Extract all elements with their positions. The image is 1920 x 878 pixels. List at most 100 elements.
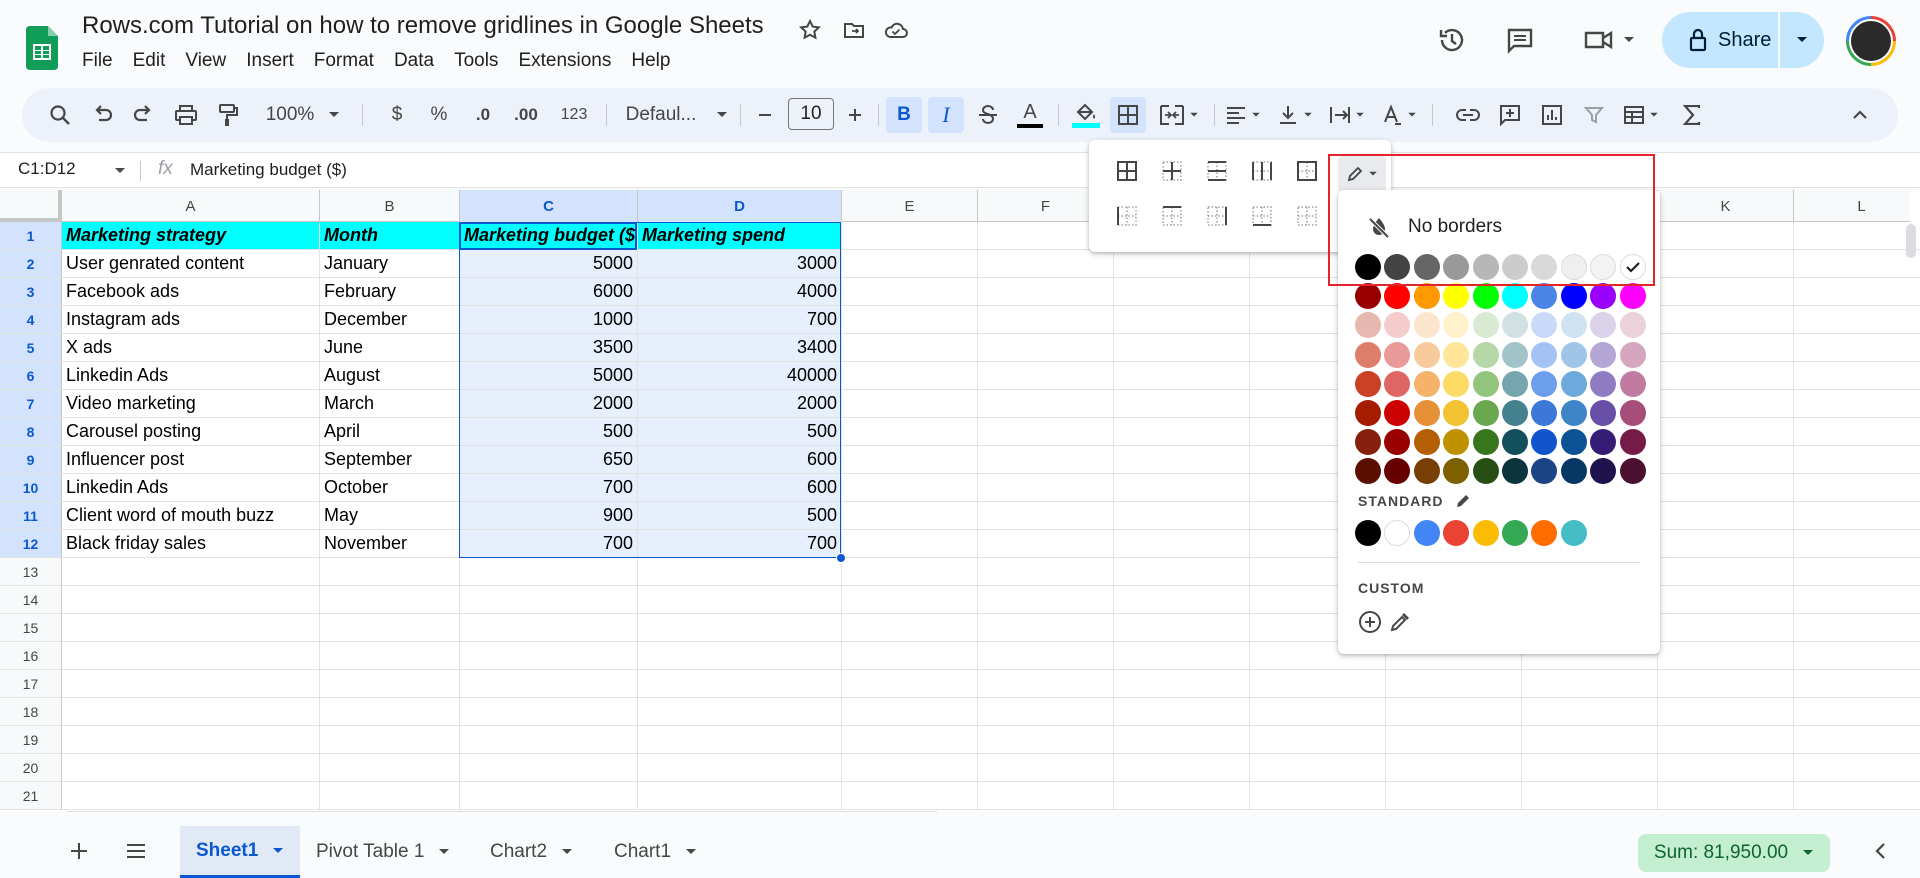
cell-j19[interactable] [1522, 726, 1658, 754]
menu-help[interactable]: Help [621, 48, 680, 74]
cell-k15[interactable] [1658, 614, 1794, 642]
cell-d6[interactable]: 40000 [638, 362, 842, 390]
cell-a8[interactable]: Carousel posting [62, 418, 320, 446]
color-swatch[interactable] [1590, 283, 1617, 310]
cell-k19[interactable] [1658, 726, 1794, 754]
cell-a2[interactable]: User genrated content [62, 250, 320, 278]
cell-e2[interactable] [842, 250, 978, 278]
color-swatch[interactable] [1590, 400, 1617, 426]
cell-f6[interactable] [978, 362, 1114, 390]
column-header-c[interactable]: C [460, 190, 638, 222]
color-swatch[interactable] [1619, 370, 1646, 397]
cell-c15[interactable] [460, 614, 638, 642]
cell-d11[interactable]: 500 [638, 502, 842, 530]
cell-f16[interactable] [978, 642, 1114, 670]
collapse-toolbar-icon[interactable] [1842, 97, 1878, 133]
comments-icon[interactable] [1500, 20, 1540, 60]
cell-f11[interactable] [978, 502, 1114, 530]
color-swatch[interactable] [1413, 458, 1440, 485]
cell-d20[interactable] [638, 754, 842, 782]
color-swatch[interactable] [1590, 341, 1617, 368]
outer-borders-icon[interactable] [1292, 156, 1322, 186]
color-swatch[interactable] [1472, 458, 1499, 485]
row-header[interactable]: 18 [0, 698, 62, 726]
cell-c2[interactable]: 5000 [460, 250, 638, 278]
cell-b20[interactable] [320, 754, 460, 782]
cell-g6[interactable] [1114, 362, 1250, 390]
cell-d5[interactable]: 3400 [638, 334, 842, 362]
cell-f17[interactable] [978, 670, 1114, 698]
cell-k8[interactable] [1658, 418, 1794, 446]
cell-a3[interactable]: Facebook ads [62, 278, 320, 306]
cell-c19[interactable] [460, 726, 638, 754]
standard-color-swatch[interactable] [1413, 520, 1440, 546]
cell-f15[interactable] [978, 614, 1114, 642]
horizontal-borders-icon[interactable] [1202, 156, 1232, 186]
standard-color-swatch[interactable] [1443, 520, 1470, 546]
cell-b11[interactable]: May [320, 502, 460, 530]
color-swatch[interactable] [1502, 458, 1528, 485]
standard-color-swatch[interactable] [1560, 520, 1587, 546]
cell-e17[interactable] [842, 670, 978, 698]
cell-k12[interactable] [1658, 530, 1794, 558]
color-swatch[interactable] [1502, 429, 1528, 456]
cell-b21[interactable] [320, 782, 460, 810]
cell-f2[interactable] [978, 250, 1114, 278]
cell-b17[interactable] [320, 670, 460, 698]
row-header[interactable]: 8 [0, 418, 62, 446]
color-swatch[interactable] [1413, 283, 1440, 310]
vertical-align-button[interactable] [1272, 97, 1318, 133]
cell-a14[interactable] [62, 586, 320, 614]
color-swatch[interactable] [1413, 429, 1440, 456]
color-swatch[interactable] [1384, 312, 1411, 339]
cell-g17[interactable] [1114, 670, 1250, 698]
cell-b3[interactable]: February [320, 278, 460, 306]
chevron-down-icon[interactable] [114, 167, 126, 175]
color-swatch[interactable] [1413, 400, 1440, 426]
column-header-a[interactable]: A [62, 190, 320, 222]
color-swatch[interactable] [1590, 370, 1617, 397]
cell-b4[interactable]: December [320, 306, 460, 334]
cell-f9[interactable] [978, 446, 1114, 474]
cell-j20[interactable] [1522, 754, 1658, 782]
color-swatch[interactable] [1619, 458, 1646, 485]
cell-b9[interactable]: September [320, 446, 460, 474]
cell-a13[interactable] [62, 558, 320, 586]
row-header[interactable]: 13 [0, 558, 62, 586]
cell-l18[interactable] [1794, 698, 1920, 726]
horizontal-scrollbar[interactable] [64, 811, 940, 812]
cell-a7[interactable]: Video marketing [62, 390, 320, 418]
select-all-corner[interactable] [0, 190, 62, 222]
eyedropper-icon[interactable] [1388, 610, 1412, 634]
cell-g18[interactable] [1114, 698, 1250, 726]
cell-g19[interactable] [1114, 726, 1250, 754]
cell-b13[interactable] [320, 558, 460, 586]
column-header-b[interactable]: B [320, 190, 460, 222]
cell-e14[interactable] [842, 586, 978, 614]
cell-l19[interactable] [1794, 726, 1920, 754]
cell-k16[interactable] [1658, 642, 1794, 670]
row-header[interactable]: 9 [0, 446, 62, 474]
color-swatch[interactable] [1443, 283, 1470, 310]
cell-b19[interactable] [320, 726, 460, 754]
text-color-button[interactable]: A [1012, 97, 1048, 133]
cell-l6[interactable] [1794, 362, 1920, 390]
sheet-tab-sheet1[interactable]: Sheet1 [180, 826, 301, 878]
cell-j18[interactable] [1522, 698, 1658, 726]
row-header[interactable]: 2 [0, 250, 62, 278]
cell-f19[interactable] [978, 726, 1114, 754]
redo-icon[interactable] [126, 97, 162, 133]
color-swatch[interactable] [1560, 341, 1587, 368]
sheet-tab-pivot-table-1[interactable]: Pivot Table 1 [300, 826, 466, 878]
color-swatch[interactable] [1413, 341, 1440, 368]
menu-view[interactable]: View [175, 48, 236, 74]
row-header[interactable]: 4 [0, 306, 62, 334]
column-header-e[interactable]: E [842, 190, 978, 222]
color-swatch[interactable] [1384, 458, 1411, 485]
color-swatch[interactable] [1384, 400, 1411, 426]
color-swatch[interactable] [1472, 429, 1499, 456]
cell-l1[interactable] [1794, 222, 1920, 250]
cell-k10[interactable] [1658, 474, 1794, 502]
cell-l15[interactable] [1794, 614, 1920, 642]
cell-c20[interactable] [460, 754, 638, 782]
